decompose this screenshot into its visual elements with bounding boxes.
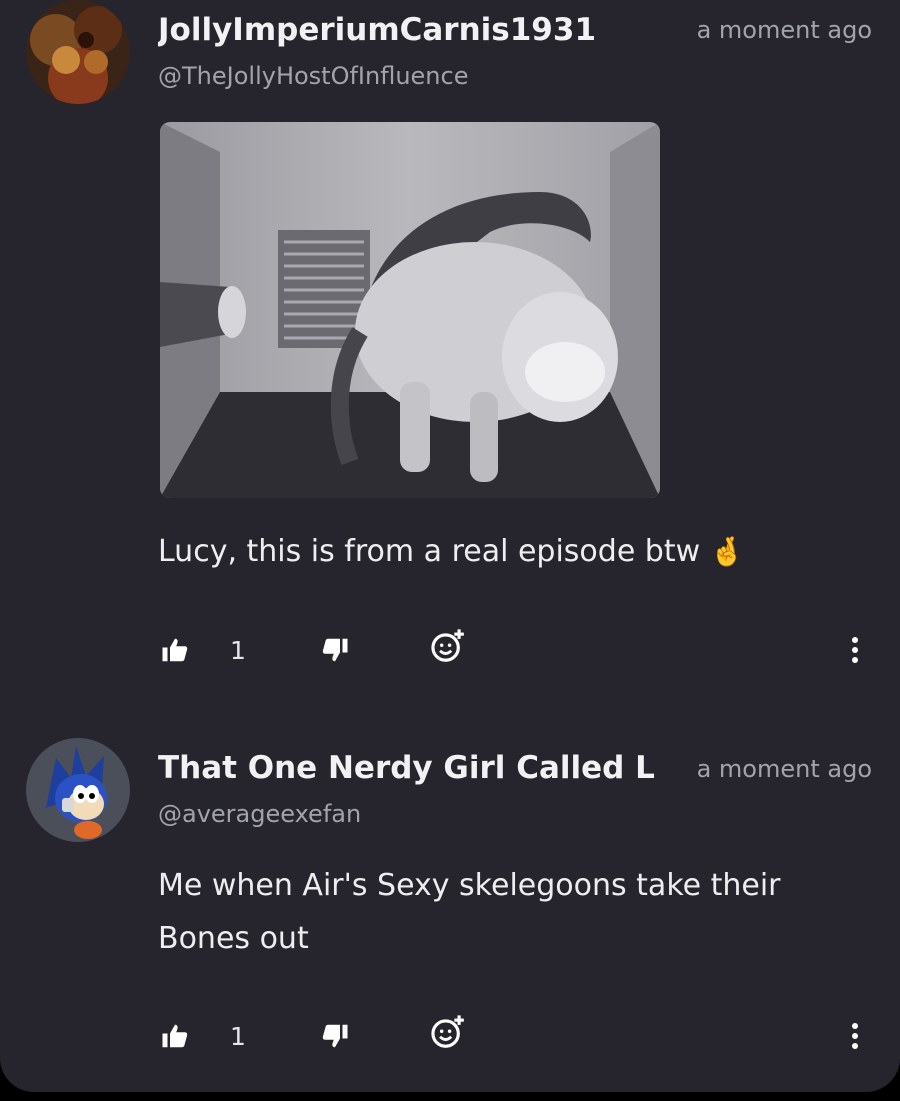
add-reaction-button[interactable] xyxy=(428,626,468,666)
thumbs-down-icon xyxy=(322,638,348,662)
like-count: 1 xyxy=(230,636,246,665)
more-vertical-icon xyxy=(852,637,858,663)
more-options-button[interactable] xyxy=(840,630,870,670)
like-count: 1 xyxy=(230,1022,246,1051)
comment-text: Lucy, this is from a real episode btw 🤞 xyxy=(158,525,858,578)
crossed-fingers-emoji: 🤞 xyxy=(709,535,745,568)
timestamp: a moment ago xyxy=(696,755,872,783)
username[interactable]: That One Nerdy Girl Called L xyxy=(158,750,655,786)
thumbs-down-icon xyxy=(322,1024,348,1048)
thumbs-up-icon xyxy=(162,638,188,662)
avatar[interactable] xyxy=(26,0,130,104)
comment-actions: 1 xyxy=(0,1015,900,1058)
add-reaction-icon xyxy=(431,1015,464,1048)
dislike-button[interactable] xyxy=(318,1018,352,1054)
like-button[interactable] xyxy=(158,632,192,668)
user-handle[interactable]: @averageexefan xyxy=(158,800,361,828)
user-handle[interactable]: @TheJollyHostOfInfluence xyxy=(158,62,468,90)
more-vertical-icon xyxy=(852,1023,858,1049)
thumbs-up-icon xyxy=(162,1024,188,1048)
username[interactable]: JollyImperiumCarnis1931 xyxy=(158,12,596,48)
comment-text-line-1: Me when Air's Sexy skelegoons take their xyxy=(158,868,781,903)
comment-text-content: Lucy, this is from a real episode btw xyxy=(158,534,701,569)
add-reaction-button[interactable] xyxy=(428,1012,468,1052)
attached-image[interactable] xyxy=(160,122,660,498)
timestamp: a moment ago xyxy=(696,16,872,44)
comment-text: Me when Air's Sexy skelegoons take their… xyxy=(158,859,858,965)
dislike-button[interactable] xyxy=(318,632,352,668)
like-button[interactable] xyxy=(158,1018,192,1054)
add-reaction-icon xyxy=(431,629,464,662)
comment-text-line-2: Bones out xyxy=(158,921,309,956)
avatar[interactable] xyxy=(26,738,130,842)
more-options-button[interactable] xyxy=(840,1016,870,1056)
comment-actions: 1 xyxy=(0,629,900,672)
comments-panel: JollyImperiumCarnis1931 a moment ago @Th… xyxy=(0,0,900,1092)
